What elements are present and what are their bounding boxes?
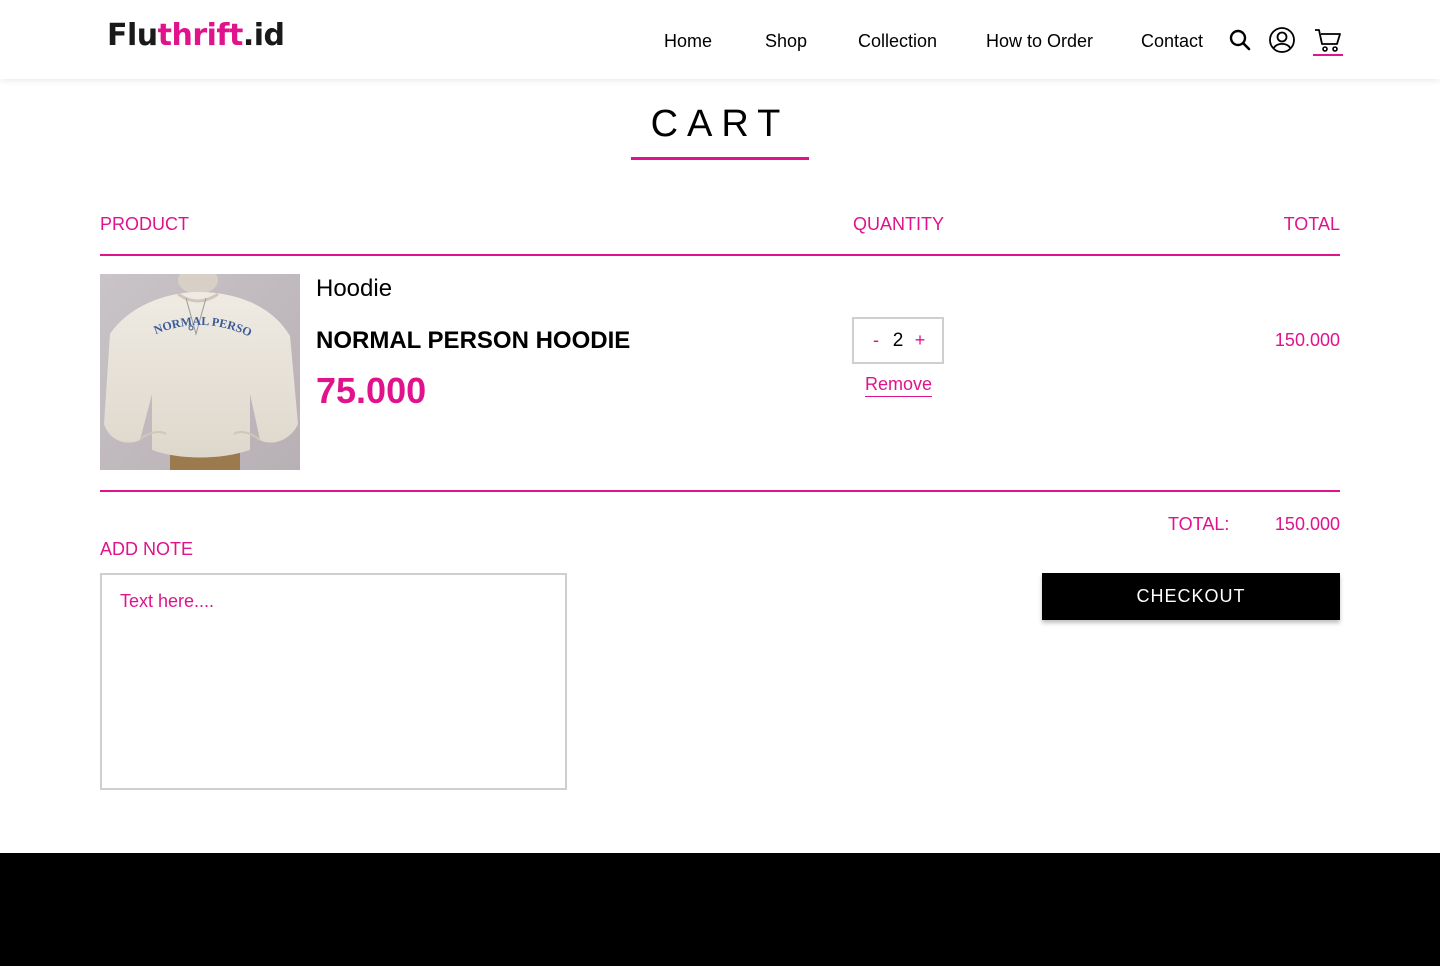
logo-text-3: .id: [242, 18, 285, 53]
site-footer: [0, 853, 1440, 966]
title-underline: [631, 157, 809, 160]
column-header-product: PRODUCT: [100, 214, 189, 234]
add-note-label: ADD NOTE: [100, 539, 194, 559]
header-divider: [100, 254, 1340, 256]
quantity-stepper: - 2 +: [852, 317, 944, 364]
remove-item-link[interactable]: Remove: [865, 374, 933, 397]
page-title: CART: [650, 103, 790, 145]
cart-active-indicator: [1313, 54, 1343, 56]
quantity-decrement-button[interactable]: -: [865, 330, 887, 351]
account-icon[interactable]: [1266, 24, 1298, 56]
checkout-button[interactable]: CHECKOUT: [1042, 573, 1340, 620]
site-header: Fluthrift.id Home Shop Collection How to…: [0, 0, 1440, 79]
brand-logo[interactable]: Fluthrift.id: [107, 18, 285, 53]
items-divider: [100, 490, 1340, 492]
cart-icon[interactable]: [1312, 24, 1344, 56]
quantity-increment-button[interactable]: +: [909, 330, 931, 351]
total-value: 150.000: [1274, 514, 1340, 534]
note-textarea[interactable]: [100, 573, 567, 790]
line-total: 150.000: [1274, 330, 1340, 350]
nav-contact[interactable]: Contact: [1141, 31, 1203, 52]
column-header-quantity: QUANTITY: [853, 214, 945, 234]
logo-text-2: thrift: [157, 18, 244, 53]
nav-home[interactable]: Home: [664, 31, 712, 52]
quantity-value[interactable]: 2: [887, 330, 909, 352]
product-price: 75.000: [316, 370, 427, 411]
product-category: Hoodie: [316, 275, 393, 302]
search-icon[interactable]: [1224, 24, 1256, 56]
nav-shop[interactable]: Shop: [765, 31, 807, 52]
total-label: TOTAL:: [1168, 514, 1230, 534]
logo-text-1: Flu: [107, 18, 158, 53]
product-image[interactable]: NORMAL PERSON: [100, 274, 300, 470]
nav-how-to-order[interactable]: How to Order: [986, 31, 1093, 52]
nav-collection[interactable]: Collection: [858, 31, 937, 52]
product-name[interactable]: NORMAL PERSON HOODIE: [316, 327, 630, 355]
column-header-total: TOTAL: [1283, 214, 1340, 234]
